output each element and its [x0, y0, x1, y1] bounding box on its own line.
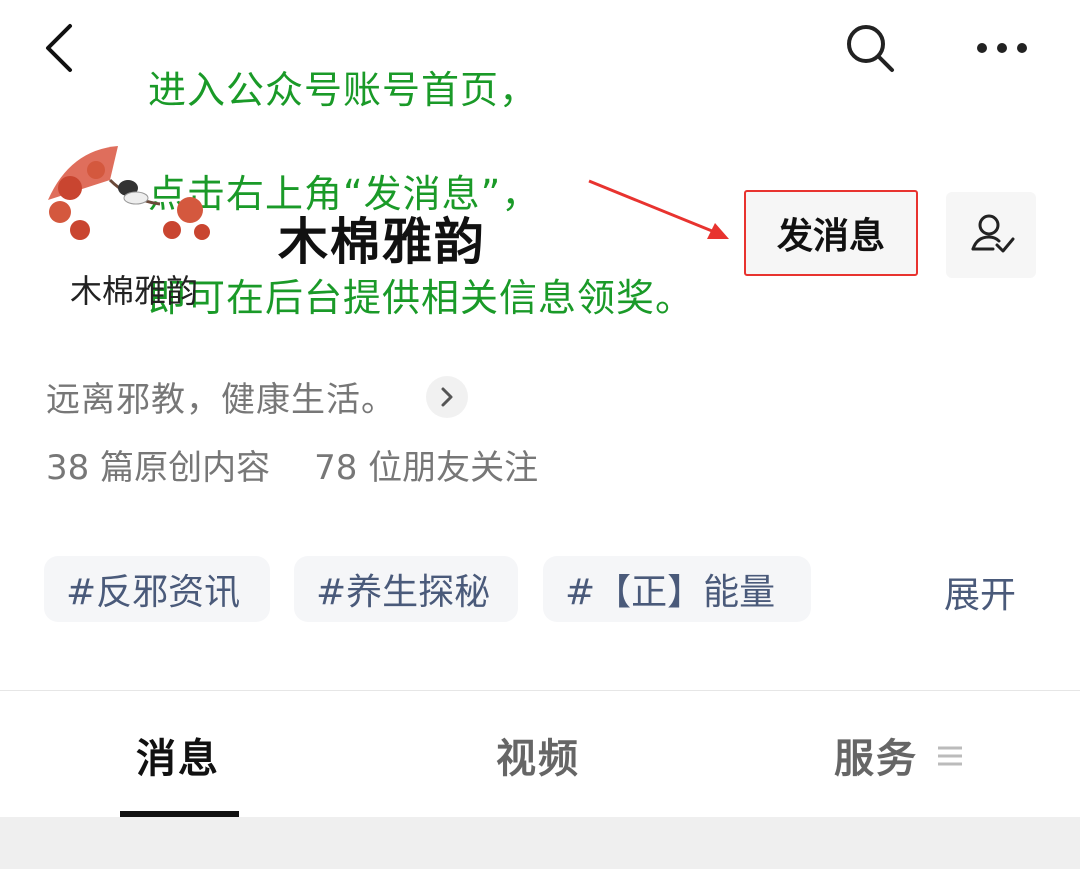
content-area	[0, 817, 1080, 869]
tag-1[interactable]: #反邪资讯	[44, 556, 270, 622]
more-button[interactable]	[972, 28, 1032, 68]
account-avatar[interactable]: 木棉雅韵	[40, 140, 230, 320]
search-icon	[847, 25, 894, 72]
divider	[0, 690, 1080, 691]
account-name: 木棉雅韵	[278, 213, 486, 271]
account-description: 远离邪教，健康生活。	[46, 380, 396, 420]
annotation-line-3: 即可在后台提供相关信息领奖。	[148, 276, 695, 320]
kapok-flower-logo: 木棉雅韵	[48, 146, 210, 310]
more-icon	[977, 43, 1027, 53]
followers-count[interactable]: 78 位朋友关注	[314, 448, 538, 488]
account-stats: 38 篇原创内容 78 位朋友关注	[46, 440, 538, 489]
original-count[interactable]: 38 篇原创内容	[46, 448, 270, 488]
search-button[interactable]	[842, 20, 898, 76]
tag-3[interactable]: #【正】能量	[543, 556, 811, 622]
annotation-line-1: 进入公众号账号首页，	[148, 68, 539, 112]
expand-tags-button[interactable]: 展开	[944, 566, 1016, 618]
tab-messages[interactable]: 消息	[136, 726, 220, 784]
back-icon	[46, 24, 72, 72]
avatar-text: 木棉雅韵	[70, 272, 198, 310]
tab-videos[interactable]: 视频	[496, 726, 580, 784]
send-message-button[interactable]: 发消息	[744, 190, 918, 276]
annotation-arrow	[585, 175, 745, 255]
chevron-right-icon	[441, 387, 453, 407]
back-button[interactable]	[38, 18, 88, 78]
tab-services[interactable]: 服务	[834, 726, 918, 784]
description-expand-button[interactable]	[426, 376, 468, 418]
follow-status-icon	[971, 214, 1015, 253]
menu-icon[interactable]	[936, 742, 964, 770]
tag-2[interactable]: #养生探秘	[294, 556, 518, 622]
follow-status-button[interactable]	[946, 192, 1036, 278]
